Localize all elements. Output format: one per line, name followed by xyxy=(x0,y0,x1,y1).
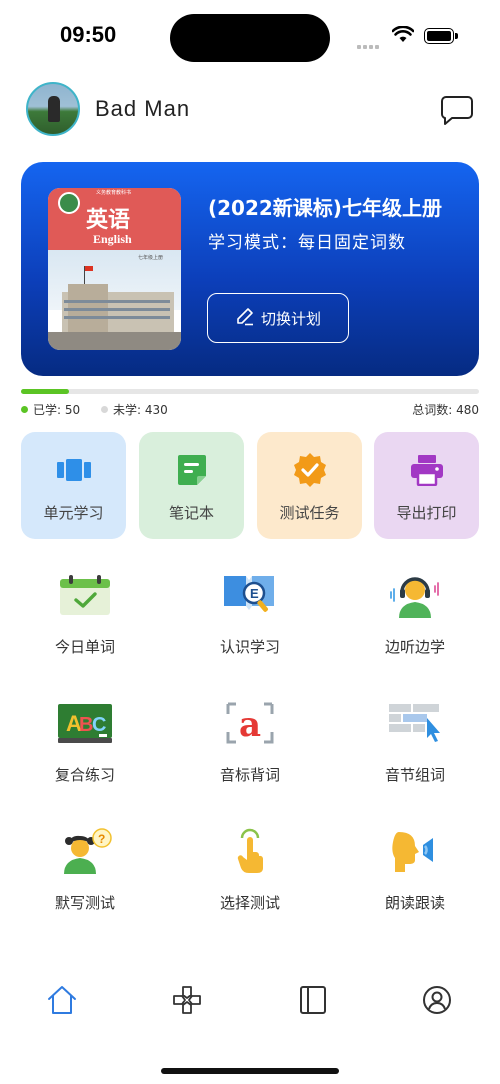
feature-label: 复合练习 xyxy=(54,766,115,784)
feature-label: 边听边学 xyxy=(384,638,445,656)
total-label: 总词数: 480 xyxy=(412,403,479,417)
phonetic-a-icon: a xyxy=(220,698,280,748)
study-plan-card[interactable]: 义务教育教科书 英语 English 七年级上册 (2022新课标)七年级上册 … xyxy=(21,162,479,376)
avatar[interactable] xyxy=(26,82,80,136)
notebook-icon xyxy=(177,452,207,488)
dynamic-island xyxy=(170,14,330,62)
feature-label: 认识学习 xyxy=(219,638,280,656)
progress-bar xyxy=(21,389,479,394)
pencil-icon xyxy=(235,306,255,330)
feature-label: 音节组词 xyxy=(384,766,445,784)
message-icon[interactable] xyxy=(440,94,474,130)
test-task-badge-icon xyxy=(292,452,328,488)
gamepad-icon xyxy=(173,986,201,1014)
cellular-signal-icon xyxy=(357,34,383,49)
tab-profile[interactable] xyxy=(421,984,453,1016)
feature-syllable-words[interactable]: 音节组词 xyxy=(340,698,490,785)
home-indicator xyxy=(161,1068,339,1074)
feature-label: 音标背词 xyxy=(219,766,280,784)
feature-label: 今日单词 xyxy=(54,638,115,656)
tile-label: 测试任务 xyxy=(279,504,340,522)
tile-unit-study[interactable]: 单元学习 xyxy=(21,432,126,539)
feature-read-aloud[interactable]: 朗读跟读 xyxy=(340,826,490,913)
tile-export-print[interactable]: 导出打印 xyxy=(374,432,479,539)
unlearned-dot xyxy=(101,406,108,413)
tile-test-task[interactable]: 测试任务 xyxy=(257,432,362,539)
book-icon xyxy=(300,986,326,1014)
feature-label: 选择测试 xyxy=(219,894,280,912)
tab-game[interactable] xyxy=(171,984,203,1016)
textbook-cover: 义务教育教科书 英语 English 七年级上册 xyxy=(48,188,181,350)
svg-text:a: a xyxy=(239,705,261,745)
username: Bad Man xyxy=(95,96,191,121)
thinking-person-icon: ? xyxy=(55,826,115,876)
total-stat: 总词数: 480 xyxy=(412,401,479,418)
feature-phonetic-words[interactable]: a 音标背词 xyxy=(175,698,325,785)
unit-study-icon xyxy=(56,452,91,488)
home-icon xyxy=(48,986,76,1014)
learned-label: 已学: 50 xyxy=(33,403,81,417)
learned-stat: 已学: 50 xyxy=(21,401,80,418)
feature-recognize-study[interactable]: E 认识学习 xyxy=(175,570,325,657)
tile-notebook[interactable]: 笔记本 xyxy=(139,432,244,539)
headphones-person-icon xyxy=(385,570,445,620)
progress-fill xyxy=(21,389,69,394)
calendar-check-icon xyxy=(55,570,115,620)
svg-text:C: C xyxy=(92,714,106,736)
unlearned-label: 未学: 430 xyxy=(113,403,168,417)
abc-blackboard-icon: ABC xyxy=(55,698,115,748)
book-title-en: English xyxy=(93,232,132,246)
plan-mode: 学习模式：每日固定词数 xyxy=(208,233,406,253)
tile-label: 单元学习 xyxy=(43,504,104,522)
unlearned-stat: 未学: 430 xyxy=(101,401,168,418)
speaking-head-icon xyxy=(385,826,445,876)
status-time: 09:50 xyxy=(60,22,117,47)
user-icon xyxy=(423,986,451,1014)
svg-text:E: E xyxy=(250,586,259,601)
printer-icon xyxy=(410,452,444,488)
feature-dictation-test[interactable]: ? 默写测试 xyxy=(10,826,160,913)
book-magnifier-icon: E xyxy=(220,570,280,620)
svg-text:?: ? xyxy=(98,832,105,846)
tile-label: 导出打印 xyxy=(396,504,457,522)
feature-choice-test[interactable]: 选择测试 xyxy=(175,826,325,913)
learned-dot xyxy=(21,406,28,413)
tab-home[interactable] xyxy=(46,984,78,1016)
syllable-blocks-icon xyxy=(385,698,445,748)
switch-plan-button[interactable]: 切换计划 xyxy=(207,293,349,343)
feature-label: 朗读跟读 xyxy=(384,894,445,912)
feature-label: 默写测试 xyxy=(54,894,115,912)
plan-title: (2022新课标)七年级上册 xyxy=(208,196,442,220)
book-title-cn: 英语 xyxy=(86,207,131,233)
feature-compound-practice[interactable]: ABC 复合练习 xyxy=(10,698,160,785)
tile-label: 笔记本 xyxy=(168,504,214,522)
tap-hand-icon xyxy=(220,826,280,876)
feature-listen-learn[interactable]: 边听边学 xyxy=(340,570,490,657)
feature-today-words[interactable]: 今日单词 xyxy=(10,570,160,657)
battery-icon xyxy=(424,28,458,44)
switch-plan-label: 切换计划 xyxy=(260,309,321,328)
tab-book[interactable] xyxy=(297,984,329,1016)
wifi-icon xyxy=(391,25,415,47)
